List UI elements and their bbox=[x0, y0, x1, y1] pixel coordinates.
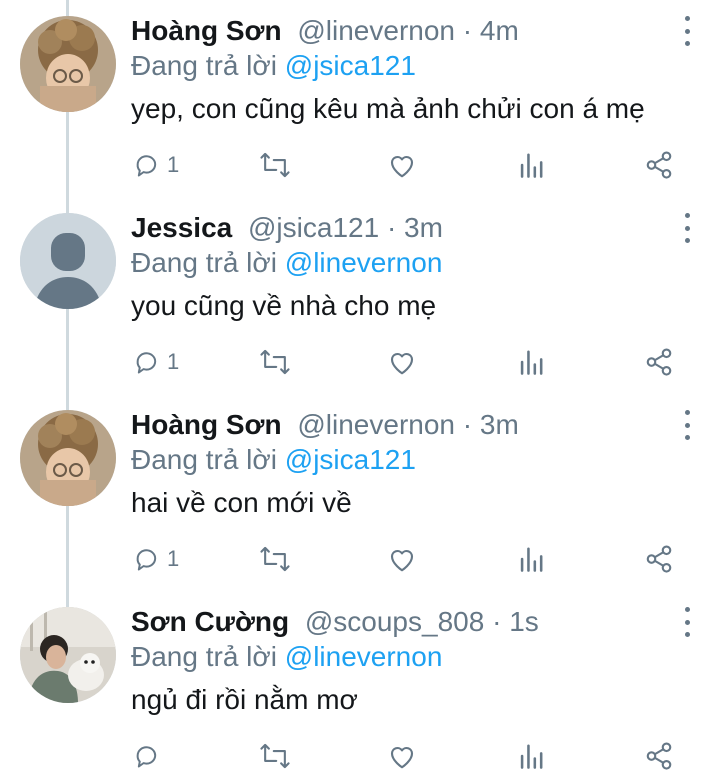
analytics-icon bbox=[520, 350, 543, 375]
reply-context: Đang trả lời @jsica121 bbox=[131, 442, 416, 478]
action-bar bbox=[0, 736, 720, 776]
action-bar: 1 bbox=[0, 145, 720, 185]
avatar[interactable] bbox=[20, 607, 116, 703]
user-handle[interactable]: @linevernon bbox=[297, 15, 455, 46]
tweet-text: yep, con cũng kêu mà ảnh chửi con á mẹ bbox=[131, 93, 645, 124]
display-name[interactable]: Jessica bbox=[131, 212, 232, 243]
reply-count: 1 bbox=[167, 546, 180, 571]
retweet-button[interactable] bbox=[259, 145, 291, 185]
mention-link[interactable]: @linevernon bbox=[285, 247, 443, 278]
reply-button[interactable]: 1 bbox=[133, 145, 179, 185]
display-name[interactable]: Sơn Cường bbox=[131, 606, 289, 637]
timestamp[interactable]: 3m bbox=[404, 212, 443, 243]
retweet-icon bbox=[260, 349, 290, 375]
tweet-header: Sơn Cường @scoups_808 · 1s bbox=[131, 604, 539, 640]
more-options-icon[interactable] bbox=[680, 410, 694, 440]
retweet-button[interactable] bbox=[259, 342, 291, 382]
timestamp[interactable]: 3m bbox=[480, 409, 519, 440]
retweet-icon bbox=[260, 546, 290, 572]
share-button[interactable] bbox=[644, 342, 674, 382]
timestamp[interactable]: 4m bbox=[480, 15, 519, 46]
user-handle[interactable]: @scoups_808 bbox=[305, 606, 484, 637]
share-icon bbox=[646, 545, 672, 573]
reply-button[interactable]: 1 bbox=[133, 342, 179, 382]
reply-icon bbox=[136, 549, 157, 571]
reply-context: Đang trả lời @linevernon bbox=[131, 245, 442, 281]
analytics-icon bbox=[520, 153, 543, 178]
like-button[interactable] bbox=[387, 539, 417, 579]
reply-icon bbox=[136, 352, 157, 374]
separator: · bbox=[386, 212, 397, 243]
share-icon bbox=[646, 151, 672, 179]
analytics-button[interactable] bbox=[518, 736, 544, 776]
reply-icon bbox=[136, 155, 157, 177]
tweet[interactable]: Hoàng Sơn @linevernon · 4m Đang trả lời … bbox=[0, 0, 720, 197]
avatar[interactable] bbox=[20, 410, 116, 506]
like-button[interactable] bbox=[387, 736, 417, 776]
analytics-button[interactable] bbox=[518, 342, 544, 382]
reply-context: Đang trả lời @jsica121 bbox=[131, 48, 416, 84]
user-handle[interactable]: @linevernon bbox=[297, 409, 455, 440]
like-icon bbox=[390, 352, 414, 375]
mention-link[interactable]: @linevernon bbox=[285, 641, 443, 672]
share-button[interactable] bbox=[644, 145, 674, 185]
like-icon bbox=[390, 549, 414, 572]
reply-prefix: Đang trả lời bbox=[131, 641, 277, 672]
more-options-icon[interactable] bbox=[680, 213, 694, 243]
mention-link[interactable]: @jsica121 bbox=[285, 50, 416, 81]
reply-button[interactable]: 1 bbox=[133, 539, 179, 579]
like-icon bbox=[390, 155, 414, 178]
share-icon bbox=[646, 742, 672, 770]
mention-link[interactable]: @jsica121 bbox=[285, 444, 416, 475]
reply-count: 1 bbox=[167, 349, 180, 374]
more-options-icon[interactable] bbox=[680, 16, 694, 46]
retweet-icon bbox=[260, 152, 290, 178]
like-icon bbox=[390, 746, 414, 769]
avatar[interactable] bbox=[20, 213, 116, 309]
tweet-text: ngủ đi rồi nằm mơ bbox=[131, 684, 358, 715]
like-button[interactable] bbox=[387, 342, 417, 382]
like-button[interactable] bbox=[387, 145, 417, 185]
reply-prefix: Đang trả lời bbox=[131, 247, 277, 278]
retweet-button[interactable] bbox=[259, 736, 291, 776]
action-bar: 1 bbox=[0, 342, 720, 382]
share-button[interactable] bbox=[644, 539, 674, 579]
display-name[interactable]: Hoàng Sơn bbox=[131, 15, 282, 46]
share-button[interactable] bbox=[644, 736, 674, 776]
reply-prefix: Đang trả lời bbox=[131, 50, 277, 81]
separator: · bbox=[462, 15, 473, 46]
analytics-button[interactable] bbox=[518, 145, 544, 185]
avatar[interactable] bbox=[20, 16, 116, 112]
tweet[interactable]: Sơn Cường @scoups_808 · 1s Đang trả lời … bbox=[0, 591, 720, 780]
action-bar: 1 bbox=[0, 539, 720, 579]
display-name[interactable]: Hoàng Sơn bbox=[131, 409, 282, 440]
tweet[interactable]: Hoàng Sơn @linevernon · 3m Đang trả lời … bbox=[0, 394, 720, 591]
analytics-icon bbox=[520, 744, 543, 769]
timestamp[interactable]: 1s bbox=[509, 606, 539, 637]
tweet-header: Jessica @jsica121 · 3m bbox=[131, 210, 443, 246]
retweet-icon bbox=[260, 743, 290, 769]
tweet-header: Hoàng Sơn @linevernon · 3m bbox=[131, 407, 519, 443]
reply-prefix: Đang trả lời bbox=[131, 444, 277, 475]
reply-context: Đang trả lời @linevernon bbox=[131, 639, 442, 675]
reply-button[interactable] bbox=[133, 736, 167, 776]
reply-icon bbox=[136, 746, 157, 768]
retweet-button[interactable] bbox=[259, 539, 291, 579]
tweet-text: you cũng về nhà cho mẹ bbox=[131, 290, 437, 321]
analytics-icon bbox=[520, 547, 543, 572]
reply-count: 1 bbox=[167, 152, 180, 177]
separator: · bbox=[462, 409, 473, 440]
separator: · bbox=[492, 606, 502, 637]
tweet[interactable]: Jessica @jsica121 · 3m Đang trả lời @lin… bbox=[0, 197, 720, 394]
tweet-header: Hoàng Sơn @linevernon · 4m bbox=[131, 13, 519, 49]
analytics-button[interactable] bbox=[518, 539, 544, 579]
share-icon bbox=[646, 348, 672, 376]
more-options-icon[interactable] bbox=[680, 607, 694, 637]
user-handle[interactable]: @jsica121 bbox=[248, 212, 379, 243]
tweet-text: hai về con mới về bbox=[131, 487, 352, 518]
